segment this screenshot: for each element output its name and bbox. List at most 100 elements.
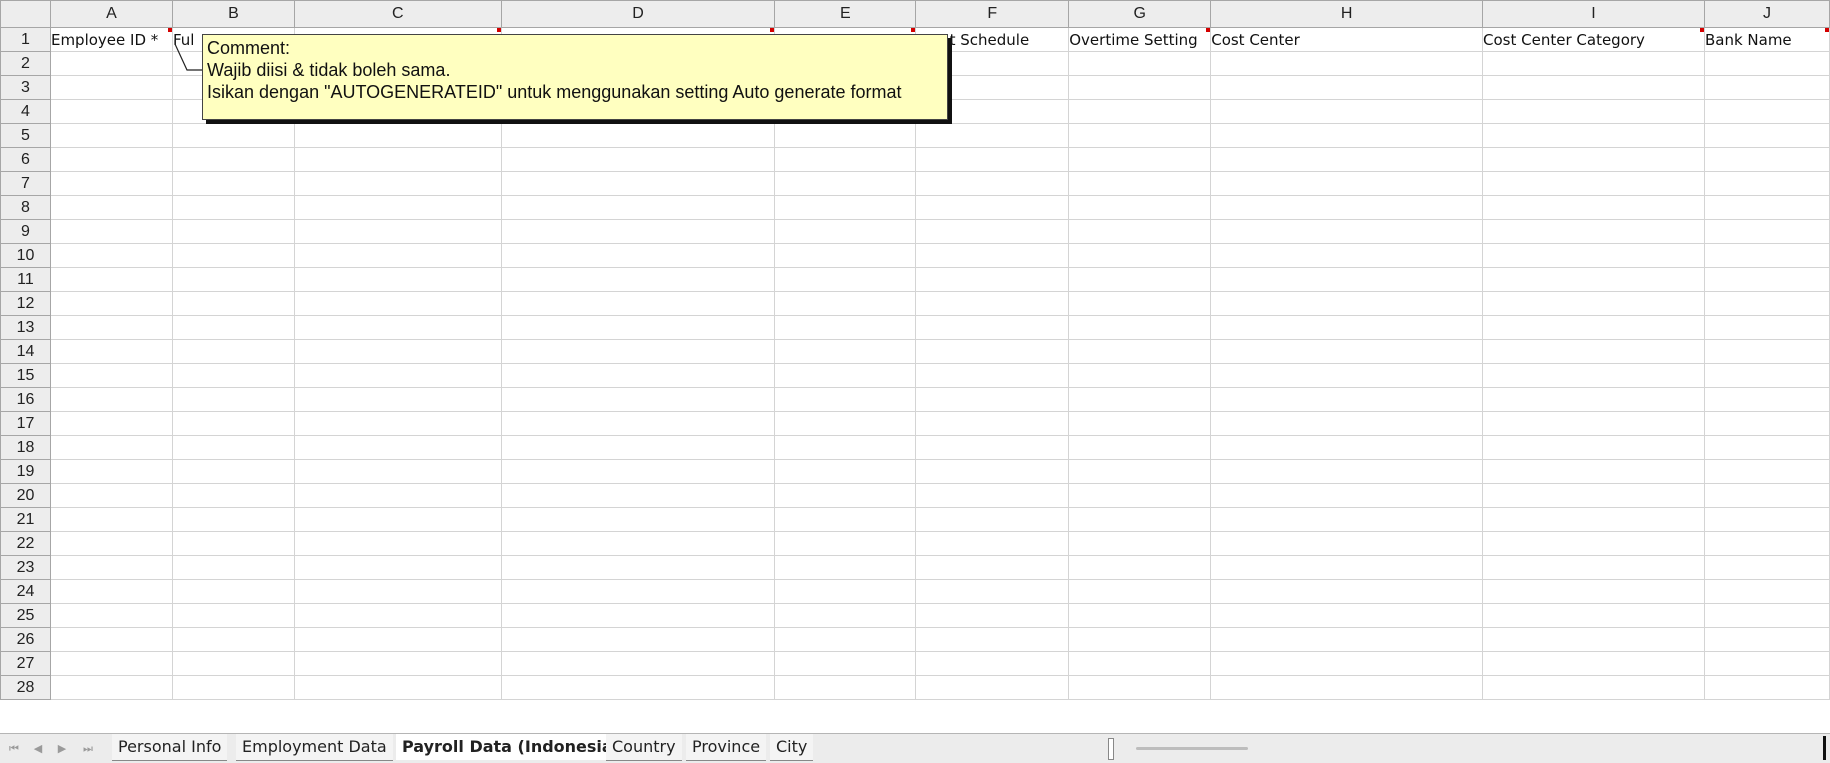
cell-e20[interactable]: [774, 483, 917, 508]
cell-b23[interactable]: [171, 555, 295, 580]
cell-f9[interactable]: [915, 219, 1070, 244]
cell-b26[interactable]: [171, 627, 295, 652]
cell-c23[interactable]: [293, 555, 502, 580]
cell-j22[interactable]: [1703, 531, 1830, 556]
cell-c5[interactable]: [293, 123, 502, 148]
row-header[interactable]: 17: [0, 411, 51, 436]
row-header[interactable]: 19: [0, 459, 51, 484]
row-header[interactable]: 16: [0, 387, 51, 412]
cell-f23[interactable]: [915, 555, 1070, 580]
cell-c17[interactable]: [293, 411, 502, 436]
cell-i20[interactable]: [1482, 483, 1705, 508]
cell-f10[interactable]: [915, 243, 1070, 268]
cell-d5[interactable]: [500, 123, 776, 148]
cell-h17[interactable]: [1210, 411, 1484, 436]
scrollbar-thumb[interactable]: [1136, 747, 1248, 750]
cell-c18[interactable]: [293, 435, 502, 460]
column-header-e[interactable]: E: [774, 0, 917, 28]
cell-b24[interactable]: [171, 579, 295, 604]
column-header-j[interactable]: J: [1703, 0, 1830, 28]
tab-province[interactable]: Province: [686, 734, 767, 761]
cell-e28[interactable]: [774, 675, 917, 700]
cell-g2[interactable]: [1068, 51, 1212, 76]
cell-i23[interactable]: [1482, 555, 1705, 580]
row-header[interactable]: 3: [0, 75, 51, 100]
cell-c26[interactable]: [293, 627, 502, 652]
column-header-h[interactable]: H: [1210, 0, 1484, 28]
cell-d14[interactable]: [500, 339, 776, 364]
cell-a16[interactable]: [49, 387, 173, 412]
cell-a9[interactable]: [49, 219, 173, 244]
cell-g3[interactable]: [1068, 75, 1212, 100]
row-header[interactable]: 5: [0, 123, 51, 148]
cell-e6[interactable]: [774, 147, 917, 172]
cell-i19[interactable]: [1482, 459, 1705, 484]
cell-f6[interactable]: [915, 147, 1070, 172]
cell-d9[interactable]: [500, 219, 776, 244]
cell-d10[interactable]: [500, 243, 776, 268]
cell-d21[interactable]: [500, 507, 776, 532]
comment-indicator[interactable]: [770, 28, 774, 32]
cell-i10[interactable]: [1482, 243, 1705, 268]
cell-g22[interactable]: [1068, 531, 1212, 556]
row-header[interactable]: 23: [0, 555, 51, 580]
first-sheet-nav-icon[interactable]: ⏮: [6, 742, 22, 756]
cell-g12[interactable]: [1068, 291, 1212, 316]
cell-i13[interactable]: [1482, 315, 1705, 340]
cell-b22[interactable]: [171, 531, 295, 556]
cell-f16[interactable]: [915, 387, 1070, 412]
cell-j8[interactable]: [1703, 195, 1830, 220]
cell-c16[interactable]: [293, 387, 502, 412]
cell-i14[interactable]: [1482, 339, 1705, 364]
cell-h7[interactable]: [1210, 171, 1484, 196]
cell-e7[interactable]: [774, 171, 917, 196]
tab-payroll-data-indonesia[interactable]: Payroll Data (Indonesia): [396, 734, 627, 760]
row-header[interactable]: 2: [0, 51, 51, 76]
cell-c28[interactable]: [293, 675, 502, 700]
cell-a3[interactable]: [49, 75, 173, 100]
cell-g27[interactable]: [1068, 651, 1212, 676]
tab-employment-data[interactable]: Employment Data: [236, 734, 393, 761]
cell-g21[interactable]: [1068, 507, 1212, 532]
row-header[interactable]: 14: [0, 339, 51, 364]
cell-a5[interactable]: [49, 123, 173, 148]
cell-g28[interactable]: [1068, 675, 1212, 700]
row-header[interactable]: 28: [0, 675, 51, 700]
cell-a25[interactable]: [49, 603, 173, 628]
cell-a15[interactable]: [49, 363, 173, 388]
cell-e27[interactable]: [774, 651, 917, 676]
cell-c15[interactable]: [293, 363, 502, 388]
row-header[interactable]: 26: [0, 627, 51, 652]
cell-a27[interactable]: [49, 651, 173, 676]
cell-h24[interactable]: [1210, 579, 1484, 604]
cell-f20[interactable]: [915, 483, 1070, 508]
comment-indicator[interactable]: [911, 28, 915, 32]
cell-a13[interactable]: [49, 315, 173, 340]
column-header-f[interactable]: F: [915, 0, 1070, 28]
cell-e23[interactable]: [774, 555, 917, 580]
cell-j13[interactable]: [1703, 315, 1830, 340]
cell-a21[interactable]: [49, 507, 173, 532]
cell-h6[interactable]: [1210, 147, 1484, 172]
comment-indicator[interactable]: [1825, 28, 1829, 32]
cell-g1[interactable]: Overtime Setting: [1068, 27, 1212, 52]
cell-h13[interactable]: [1210, 315, 1484, 340]
cell-i3[interactable]: [1482, 75, 1705, 100]
cell-e21[interactable]: [774, 507, 917, 532]
column-header-i[interactable]: I: [1482, 0, 1705, 28]
cell-g19[interactable]: [1068, 459, 1212, 484]
cell-j16[interactable]: [1703, 387, 1830, 412]
cell-a8[interactable]: [49, 195, 173, 220]
cell-h9[interactable]: [1210, 219, 1484, 244]
cell-j12[interactable]: [1703, 291, 1830, 316]
cell-d13[interactable]: [500, 315, 776, 340]
row-header[interactable]: 11: [0, 267, 51, 292]
row-header[interactable]: 4: [0, 99, 51, 124]
cell-b17[interactable]: [171, 411, 295, 436]
cell-j7[interactable]: [1703, 171, 1830, 196]
cell-d12[interactable]: [500, 291, 776, 316]
cell-e22[interactable]: [774, 531, 917, 556]
cell-h3[interactable]: [1210, 75, 1484, 100]
cell-b12[interactable]: [171, 291, 295, 316]
cell-h14[interactable]: [1210, 339, 1484, 364]
